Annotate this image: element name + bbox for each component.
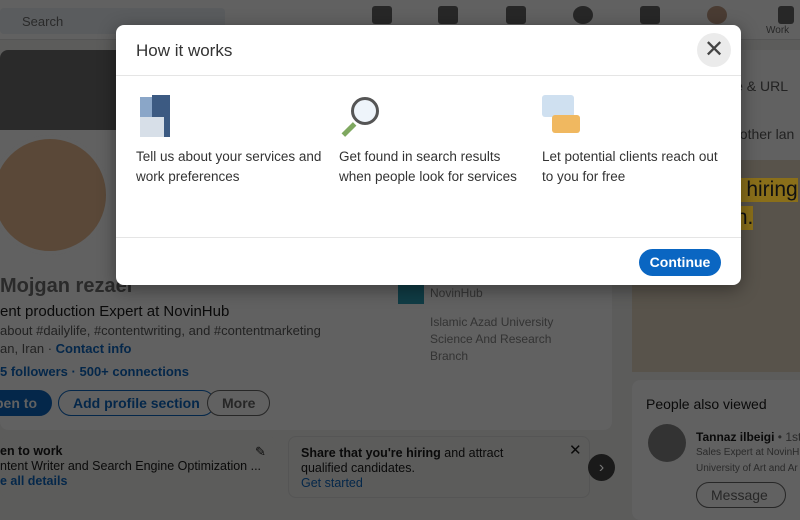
home-icon[interactable]	[372, 6, 392, 24]
avatar[interactable]	[648, 424, 686, 462]
avatar[interactable]	[707, 6, 727, 24]
step-item: Get found in search results when people …	[339, 95, 529, 187]
work-menu[interactable]: Work	[766, 25, 789, 36]
more-button[interactable]: More	[207, 390, 271, 416]
grid-icon[interactable]	[778, 6, 794, 24]
open-to-work-card[interactable]: en to work ntent Writer and Search Engin…	[0, 436, 276, 498]
dialog-footer: Continue	[116, 237, 741, 285]
magnifier-icon	[339, 95, 379, 139]
jobs-icon[interactable]	[506, 6, 526, 24]
people-also-viewed: People also viewed Tannaz ilbeigi • 1st …	[632, 380, 800, 520]
close-button[interactable]: ✕	[697, 33, 731, 67]
company-name[interactable]: NovinHub	[430, 286, 483, 300]
step-text: Tell us about your services and work pre…	[136, 149, 322, 184]
followers-link[interactable]: 5 followers	[0, 364, 68, 379]
see-all-details-link[interactable]: e all details	[0, 474, 276, 489]
message-button[interactable]: Message	[696, 482, 786, 508]
connections-link[interactable]: · 500+ connections	[72, 364, 189, 379]
step-item: Let potential clients reach out to you f…	[542, 95, 732, 187]
pencil-icon[interactable]: ✎	[255, 444, 266, 459]
open-to-work-title: en to work	[0, 444, 63, 458]
location: an, Iran ·	[0, 341, 53, 356]
add-profile-section-button[interactable]: Add profile section	[58, 390, 215, 416]
building-icon	[136, 95, 176, 139]
step-item: Tell us about your services and work pre…	[136, 95, 326, 187]
section-title: People also viewed	[646, 396, 767, 412]
person-school: University of Art and Ar	[696, 463, 798, 474]
network-icon[interactable]	[438, 6, 458, 24]
person-title: Sales Expert at NovinHub	[696, 447, 800, 458]
about-hashtags: about #dailylife, #contentwriting, and #…	[0, 323, 321, 338]
headline: ent production Expert at NovinHub	[0, 303, 230, 320]
continue-button[interactable]: Continue	[639, 249, 721, 276]
open-to-work-roles: ntent Writer and Search Engine Optimizat…	[0, 459, 262, 473]
dialog-title: How it works	[116, 25, 741, 76]
messaging-icon[interactable]	[573, 6, 593, 24]
step-text: Let potential clients reach out to you f…	[542, 149, 718, 184]
chat-bubbles-icon	[542, 95, 582, 139]
step-text: Get found in search results when people …	[339, 149, 517, 184]
hiring-bold: Share that you're hiring	[301, 446, 441, 460]
profile-name: Mojgan rezaei	[0, 275, 133, 297]
language-link[interactable]: nother lan	[732, 126, 794, 142]
company-logo	[398, 284, 424, 304]
school-name[interactable]: Islamic Azad University Science And Rese…	[430, 314, 560, 365]
how-it-works-dialog: How it works ✕ Tell us about your servic…	[116, 25, 741, 285]
close-icon[interactable]: ✕	[569, 443, 582, 458]
chevron-right-icon[interactable]: ›	[588, 454, 615, 481]
hiring-card: Share that you're hiring and attract qua…	[288, 436, 590, 498]
person-name[interactable]: Tannaz ilbeigi	[696, 430, 774, 444]
bell-icon[interactable]	[640, 6, 660, 24]
open-to-button[interactable]: pen to	[0, 390, 52, 416]
contact-info-link[interactable]: Contact info	[56, 341, 132, 356]
get-started-link[interactable]: Get started	[301, 476, 577, 491]
connection-degree: • 1st	[777, 430, 800, 444]
profile-photo[interactable]	[0, 135, 110, 255]
